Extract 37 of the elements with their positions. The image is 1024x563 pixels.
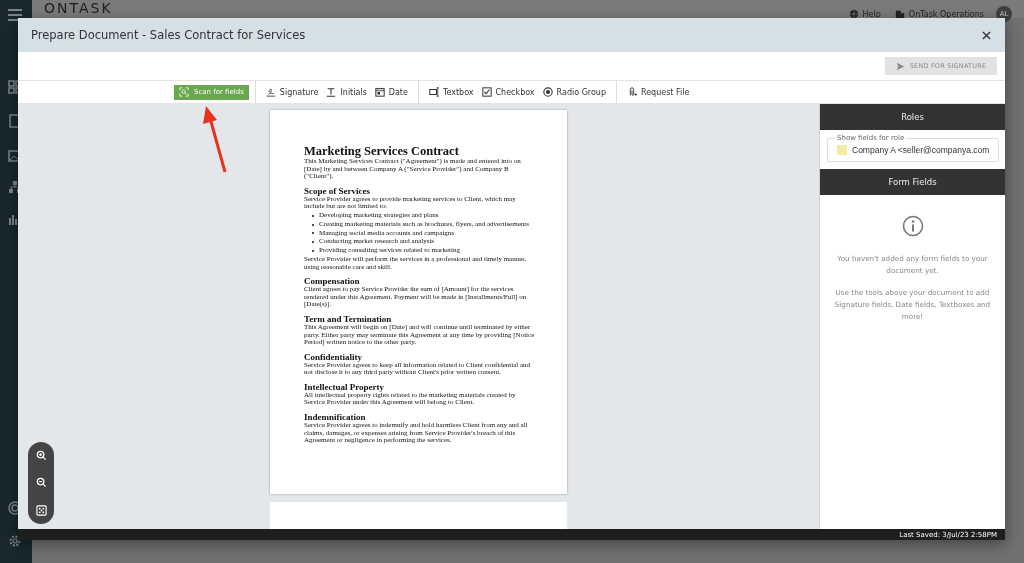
zoom-out-icon[interactable] bbox=[35, 477, 47, 489]
radio-button-icon bbox=[542, 87, 553, 97]
textbox-icon bbox=[428, 87, 439, 97]
settings-icon[interactable] bbox=[8, 534, 22, 548]
calendar-icon bbox=[374, 87, 385, 97]
signature-tool[interactable]: Signature bbox=[265, 87, 319, 97]
request-tool[interactable]: Request File bbox=[627, 87, 690, 97]
section-heading: Scope of Services bbox=[304, 185, 371, 196]
text-cursor-icon bbox=[326, 87, 337, 97]
section-heading: Indemnification bbox=[304, 412, 367, 423]
form-fields-header: Form Fields bbox=[820, 169, 1005, 195]
section-heading: Compensation bbox=[304, 276, 361, 287]
fit-page-icon[interactable] bbox=[35, 504, 47, 516]
help-link[interactable]: Help bbox=[862, 9, 881, 19]
signature-icon bbox=[265, 87, 276, 97]
menu-icon[interactable] bbox=[8, 9, 22, 21]
section-heading: Term and Termination bbox=[304, 313, 393, 324]
close-icon[interactable] bbox=[982, 30, 991, 40]
send-icon bbox=[895, 61, 905, 71]
textbox-tool[interactable]: Textbox bbox=[428, 87, 474, 97]
scan-icon bbox=[179, 87, 189, 97]
initials-tool[interactable]: Initials bbox=[326, 87, 367, 97]
dialog-title: Prepare Document - Sales Contract for Services bbox=[31, 28, 306, 42]
roles-header: Roles bbox=[820, 104, 1005, 130]
checkbox-icon bbox=[481, 87, 492, 97]
date-tool[interactable]: Date bbox=[374, 87, 408, 97]
document-title: Marketing Services Contract bbox=[304, 144, 460, 158]
info-icon bbox=[901, 215, 924, 237]
section-heading: Intellectual Property bbox=[304, 381, 386, 392]
organization-link[interactable]: OnTask Operations bbox=[908, 9, 984, 19]
zoom-in-icon[interactable] bbox=[35, 450, 47, 462]
radio-tool[interactable]: Radio Group bbox=[542, 87, 606, 97]
paperclip-icon bbox=[627, 87, 637, 97]
building-icon bbox=[894, 9, 905, 19]
app-logo: ONTASK bbox=[44, 0, 113, 17]
section-heading: Confidentiality bbox=[304, 351, 363, 362]
checkbox-tool[interactable]: Checkbox bbox=[481, 87, 535, 97]
